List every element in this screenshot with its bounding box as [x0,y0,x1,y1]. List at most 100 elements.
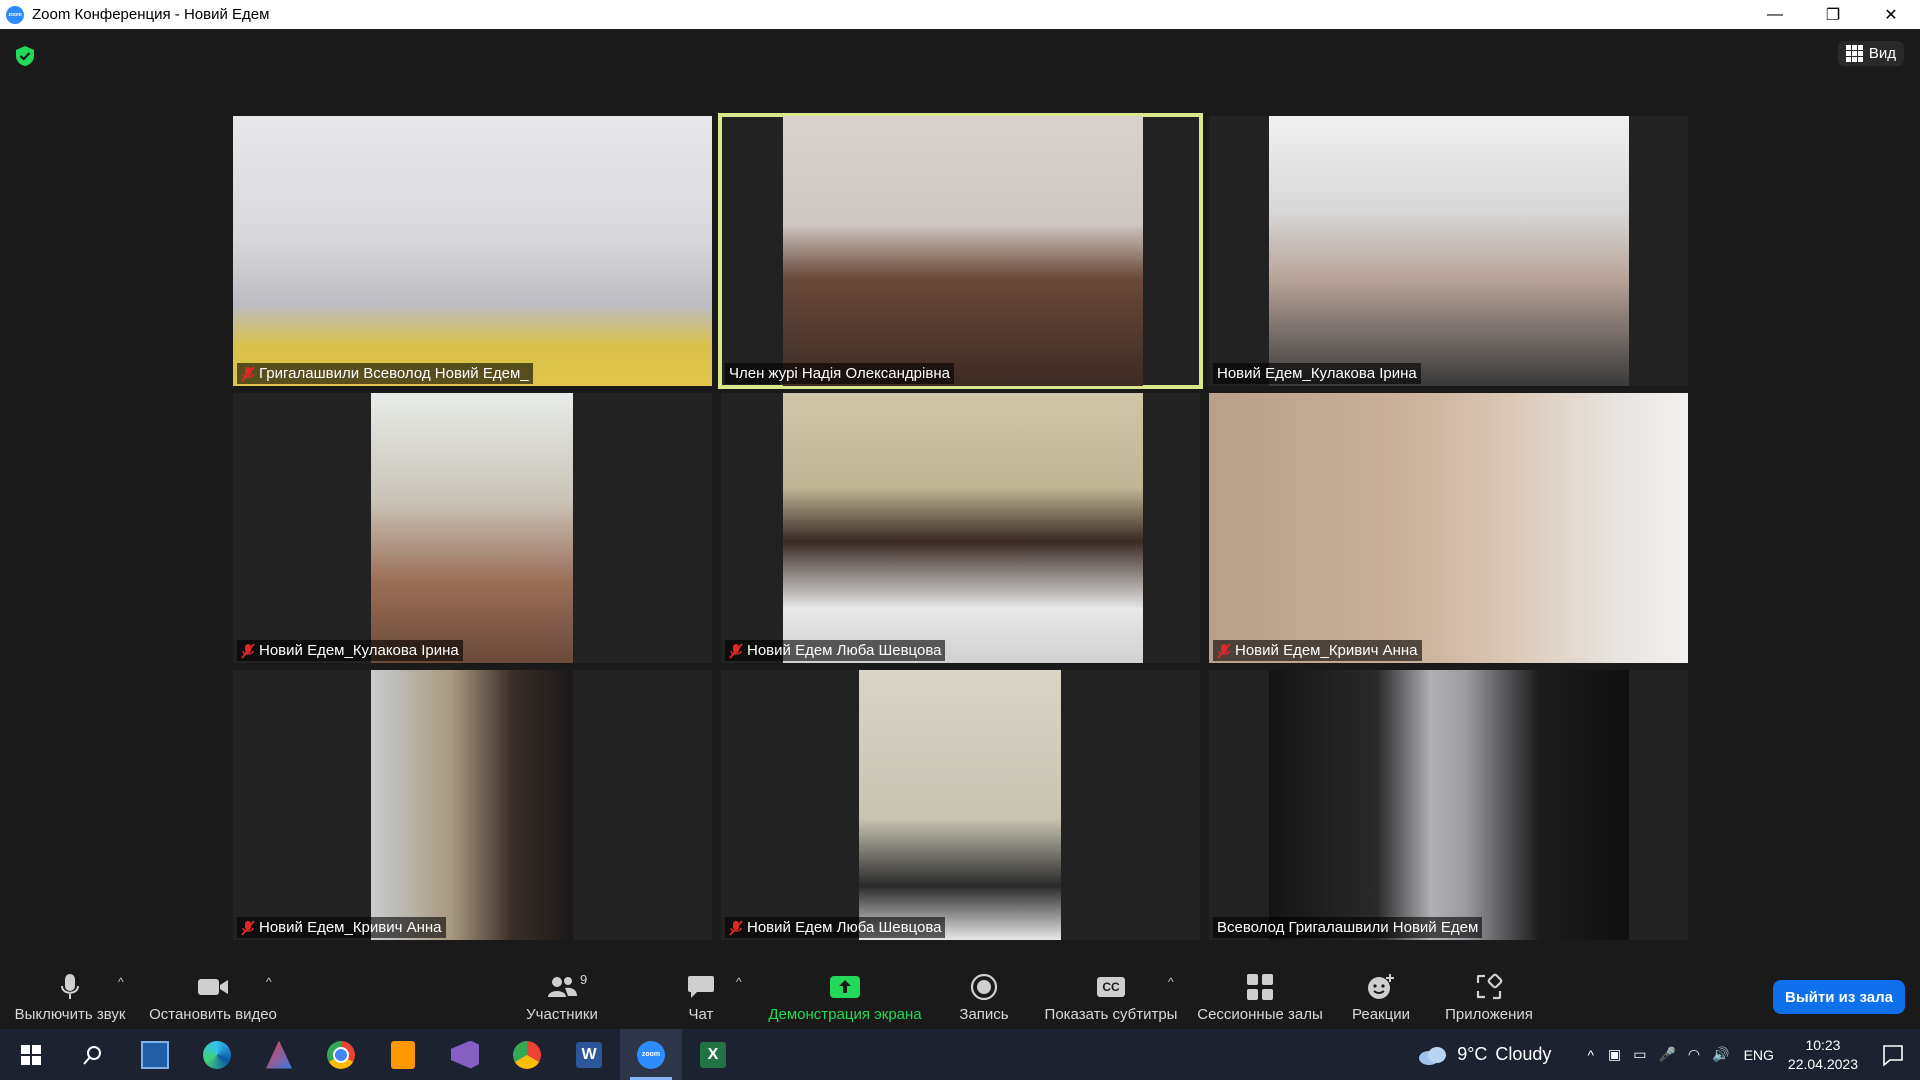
participant-name-tag: Новий Едем Люба Шевцова [725,640,946,661]
participant-video [783,116,1143,386]
taskbar-app-virtualbox[interactable] [124,1029,186,1080]
chrome-icon [327,1040,355,1069]
word-icon: W [576,1041,602,1068]
share-screen-icon [830,976,860,998]
breakout-rooms-button[interactable]: Сессионные залы [1196,963,1324,1029]
meeting-controls-bar: Выключить звук ^ Остановить видео ^ 9 Уч… [0,963,1920,1029]
participant-video [859,670,1061,940]
security-shield-icon[interactable] [14,45,36,67]
taskbar-clock[interactable]: 10:23 22.04.2023 [1788,1036,1858,1074]
view-label: Вид [1868,45,1896,62]
video-tile[interactable]: Новий Едем Люба Шевцова [721,670,1200,940]
closed-captions-icon: CC [1097,977,1125,997]
volume-icon[interactable]: 🔊 [1712,1046,1729,1063]
audio-options-caret-icon[interactable]: ^ [118,975,124,989]
view-button[interactable]: Вид [1837,41,1904,66]
muted-microphone-icon [729,642,743,659]
breakout-label: Сессионные залы [1197,1006,1323,1023]
taskbar-app-visual-studio[interactable] [434,1029,496,1080]
video-tile[interactable]: Новий Едем Люба Шевцова [721,393,1200,663]
chat-button[interactable]: Чат [680,963,722,1029]
start-button[interactable] [0,1029,62,1080]
participant-name: Новий Едем_Кривич Анна [1235,642,1418,659]
participant-video [783,393,1143,663]
record-button[interactable]: Запись [956,963,1012,1029]
microphone-tray-icon[interactable]: 🎤 [1658,1046,1675,1063]
video-tile[interactable]: Всеволод Григалашвили Новий Едем [1209,670,1688,940]
weather-temperature[interactable]: 9°C [1457,1044,1487,1065]
participant-name: Новий Едем_Кулакова Ірина [1217,365,1417,382]
video-tile[interactable]: Новий Едем_Кулакова Ірина [1209,116,1688,386]
taskbar-app-chrome[interactable] [310,1029,372,1080]
window-title: Zoom Конференция - Новий Едем [32,6,270,23]
chat-bubble-icon [688,976,714,998]
muted-microphone-icon [241,642,255,659]
close-button[interactable]: ✕ [1862,0,1920,29]
muted-microphone-icon [729,919,743,936]
minimize-button[interactable]: — [1746,0,1804,29]
video-options-caret-icon[interactable]: ^ [266,975,272,989]
participant-name-tag: Новий Едем Люба Шевцова [725,917,946,938]
participant-name: Григалашвили Всеволод Новий Едем_ [259,365,529,382]
show-hidden-icons-caret-icon[interactable]: ^ [1587,1047,1594,1063]
grid-view-icon [1845,45,1863,62]
notifications-icon[interactable] [1882,1044,1904,1066]
chat-label: Чат [688,1006,714,1023]
weather-condition[interactable]: Cloudy [1495,1044,1551,1065]
leave-meeting-button[interactable]: Выйти из зала [1773,980,1905,1014]
video-tile[interactable]: Григалашвили Всеволод Новий Едем_ [233,116,712,386]
taskbar-app-paint-tool[interactable] [248,1029,310,1080]
share-screen-button[interactable]: Демонстрация экрана [764,963,926,1029]
record-label: Запись [959,1006,1009,1023]
clock-date: 22.04.2023 [1787,1055,1858,1072]
window-title-bar: zoom Zoom Конференция - Новий Едем — ❐ ✕ [0,0,1920,29]
participants-count: 9 [580,972,588,987]
excel-icon: X [700,1041,726,1068]
mute-button[interactable]: Выключить звук [10,963,130,1029]
taskbar-app-word[interactable]: W [558,1029,620,1080]
captions-button[interactable]: CC Показать субтитры [1044,963,1178,1029]
restore-button[interactable]: ❐ [1804,0,1862,29]
participant-video [371,670,573,940]
captions-options-caret-icon[interactable]: ^ [1168,975,1174,989]
zoom-logo-icon: zoom [6,5,24,24]
share-label: Демонстрация экрана [768,1006,922,1023]
participant-name-tag: Член журі Надія Олександрівна [725,363,954,384]
taskbar-app-zoom[interactable]: zoom [620,1029,682,1080]
wifi-icon[interactable]: ◠ [1688,1046,1700,1063]
paint-tool-icon [266,1040,292,1069]
muted-microphone-icon [241,919,255,936]
taskbar-app-edge[interactable] [186,1029,248,1080]
reactions-smiley-icon [1368,974,1394,999]
participant-name-tag: Всеволод Григалашвили Новий Едем [1213,917,1483,938]
apps-label: Приложения [1445,1006,1533,1023]
record-icon [970,973,998,1001]
participant-video [371,393,573,663]
participants-button[interactable]: 9 Участники [520,963,604,1029]
apps-button[interactable]: Приложения [1438,963,1540,1029]
participant-name: Всеволод Григалашвили Новий Едем [1217,919,1479,936]
weather-cloud-icon[interactable] [1417,1044,1449,1066]
video-tile[interactable]: Новий Едем_Кривич Анна [1209,393,1688,663]
taskbar-app-excel[interactable]: X [682,1029,744,1080]
taskbar-search-button[interactable] [62,1029,124,1080]
captions-label: Показать субтитры [1044,1006,1178,1023]
battery-icon[interactable]: ▭ [1633,1046,1646,1063]
system-tray: 9°C Cloudy ^ ▣ ▭ 🎤 ◠ 🔊 ENG 10:23 22.04.2… [1417,1029,1920,1080]
taskbar-app-sublime-text[interactable] [372,1029,434,1080]
mute-label: Выключить звук [14,1006,126,1023]
video-tile[interactable]: Новий Едем_Кулакова Ірина [233,393,712,663]
video-tile-active-speaker[interactable]: Член журі Надія Олександрівна [718,113,1203,389]
stop-video-button[interactable]: Остановить видео [146,963,280,1029]
video-tile[interactable]: Новий Едем_Кривич Анна [233,670,712,940]
taskbar-app-chrome-profile[interactable] [496,1029,558,1080]
participant-video [1209,393,1688,663]
input-language[interactable]: ENG [1744,1047,1774,1063]
windows-logo-icon [21,1044,41,1065]
reactions-button[interactable]: Реакции [1348,963,1414,1029]
participant-name: Новий Едем_Кривич Анна [259,919,442,936]
meet-now-icon[interactable]: ▣ [1608,1046,1621,1063]
participant-name-tag: Новий Едем_Кулакова Ірина [237,640,463,661]
chat-options-caret-icon[interactable]: ^ [736,975,742,989]
microphone-icon [61,974,79,999]
